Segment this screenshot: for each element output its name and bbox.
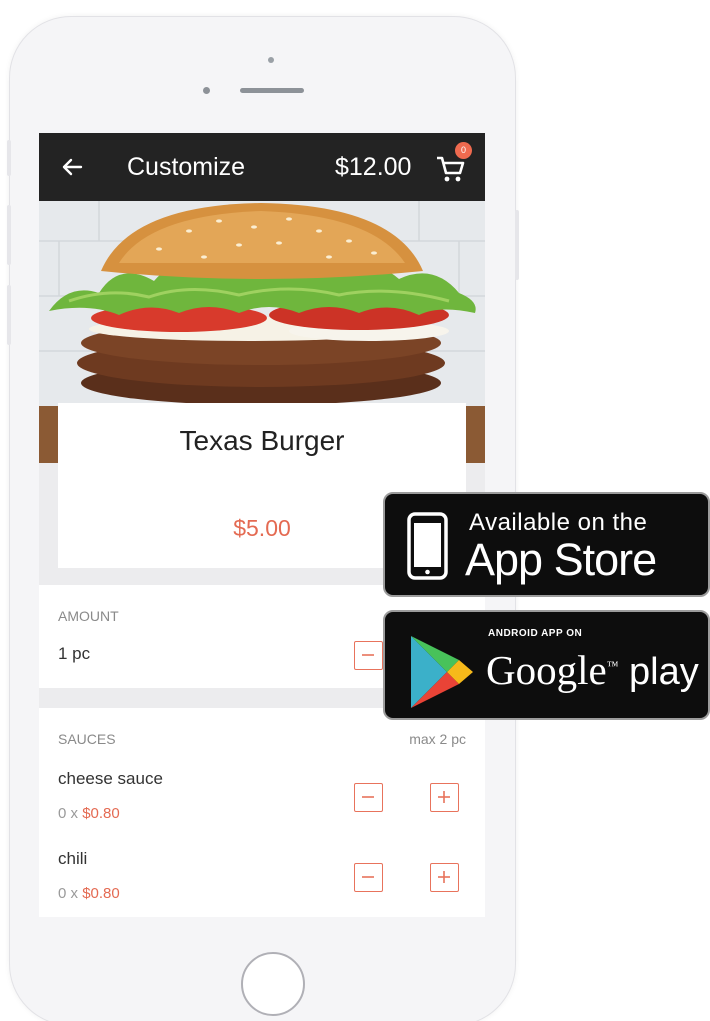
sauce-price: 0 x $0.80 bbox=[58, 885, 120, 902]
minus-icon bbox=[362, 654, 374, 656]
app-bar: Customize $12.00 0 bbox=[39, 133, 485, 201]
app-store-small-text: Available on the bbox=[469, 509, 648, 536]
sauce-unit-price: $0.80 bbox=[82, 885, 120, 902]
mute-switch bbox=[7, 140, 11, 176]
sauce-increase-button[interactable] bbox=[430, 863, 459, 892]
google-play-google-text: Google bbox=[486, 647, 607, 693]
sauce-name: chili bbox=[58, 849, 88, 868]
sauce-qty: 0 x bbox=[58, 885, 83, 902]
power-button bbox=[515, 210, 519, 280]
volume-up-button bbox=[7, 205, 11, 265]
sensor-dot bbox=[203, 87, 210, 94]
cart-total: $12.00 bbox=[335, 153, 412, 181]
sauce-increase-button[interactable] bbox=[430, 783, 459, 812]
phone-icon bbox=[407, 512, 448, 580]
cart-badge: 0 bbox=[455, 142, 472, 159]
amount-decrease-button[interactable] bbox=[354, 641, 383, 670]
google-play-badge[interactable]: ANDROID APP ON Google™ play bbox=[383, 610, 710, 720]
sauces-label: SAUCES bbox=[58, 731, 116, 747]
volume-down-button bbox=[7, 285, 11, 345]
app-store-big-text: App Store bbox=[465, 534, 657, 585]
speaker-grille bbox=[240, 88, 304, 93]
sauce-price: 0 x $0.80 bbox=[58, 805, 120, 822]
app-store-badge[interactable]: Available on the App Store bbox=[383, 492, 710, 597]
camera-dot bbox=[268, 57, 274, 63]
product-name: Texas Burger bbox=[179, 425, 345, 456]
home-button[interactable] bbox=[241, 952, 305, 1016]
sauce-name: cheese sauce bbox=[58, 769, 163, 788]
page-title: Customize bbox=[127, 153, 246, 181]
sauces-max-label: max 2 pc bbox=[409, 731, 466, 747]
minus-icon bbox=[362, 796, 374, 798]
sauce-unit-price: $0.80 bbox=[82, 805, 120, 822]
google-play-tm: ™ bbox=[606, 658, 619, 673]
amount-value: 1 pc bbox=[58, 644, 91, 663]
sauce-qty: 0 x bbox=[58, 805, 83, 822]
amount-label: AMOUNT bbox=[58, 608, 119, 624]
sauce-decrease-button[interactable] bbox=[354, 783, 383, 812]
back-arrow-icon[interactable] bbox=[59, 154, 85, 180]
plus-icon bbox=[438, 791, 450, 803]
google-play-icon bbox=[411, 636, 473, 708]
google-play-small-text: ANDROID APP ON bbox=[488, 628, 583, 639]
google-play-play-text: play bbox=[618, 651, 699, 693]
minus-icon bbox=[362, 876, 374, 878]
stage: Customize $12.00 0 Texas Burger $5.00 AM… bbox=[0, 0, 710, 1021]
plus-icon bbox=[438, 871, 450, 883]
sauces-section: SAUCES max 2 pc cheese sauce 0 x $0.80 c… bbox=[39, 708, 485, 917]
cart-icon[interactable] bbox=[435, 155, 465, 183]
sauce-decrease-button[interactable] bbox=[354, 863, 383, 892]
google-play-big-text: Google™ play bbox=[486, 646, 699, 694]
